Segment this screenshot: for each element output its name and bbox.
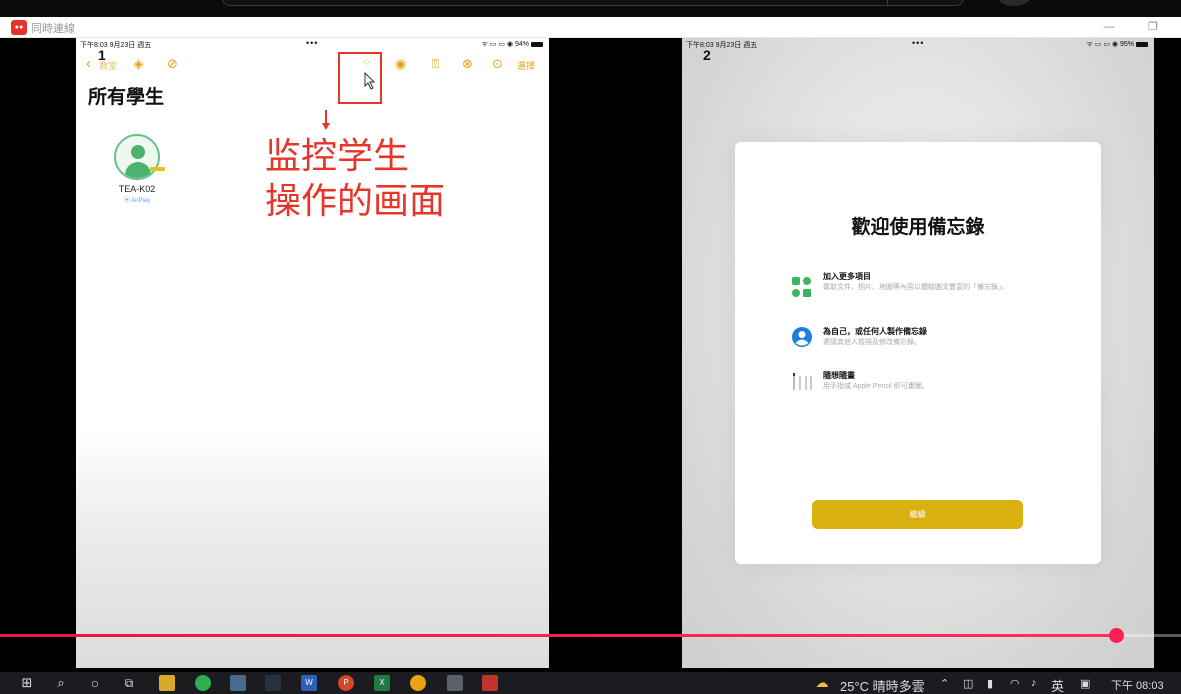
welcome-title: 歡迎使用備忘錄: [851, 217, 985, 238]
feature-2-desc: 邀請其他人檢視及修改備忘錄。: [823, 339, 921, 346]
ime-mode-icon[interactable]: ▣: [1080, 677, 1090, 690]
select-button[interactable]: 選擇: [517, 59, 535, 72]
avatar-head: [131, 145, 145, 159]
chrome-icon[interactable]: [410, 675, 426, 691]
eye-icon[interactable]: ◉: [393, 56, 408, 71]
sync-app-icon[interactable]: [482, 675, 498, 691]
person-circle-icon: [792, 327, 812, 347]
status-dots: •••: [912, 38, 925, 48]
panel-number: 2: [703, 47, 711, 63]
welcome-card: 歡迎使用備忘錄 加入更多項目 載取文件、相片、地圖等內容以體驗圖文豐富的「備忘錄…: [735, 142, 1101, 564]
more-icon[interactable]: ⊙: [490, 56, 505, 71]
screen-capture-icon[interactable]: [265, 675, 281, 691]
student-avatar[interactable]: [114, 134, 160, 180]
minimize-icon[interactable]: —: [1100, 19, 1118, 35]
address-bar-divider: [887, 0, 888, 6]
student-screen-panel: 下午8:03 9月23日 週五 ••• ᯤ ▭ ▭ ◉ 95% 2 歡迎使用備忘…: [682, 38, 1154, 668]
status-bar: 下午8:03 9月23日 週五 ••• ᯤ ▭ ▭ ◉ 95%: [682, 38, 1154, 50]
ime-indicator[interactable]: 英: [1051, 676, 1064, 694]
camera-icon[interactable]: ◫: [963, 677, 973, 690]
network-icon[interactable]: ◠: [1010, 677, 1020, 690]
feature-2-title: 為自己，或任何人製作備忘錄: [823, 327, 927, 336]
mute-icon[interactable]: ⊗: [460, 56, 475, 71]
task-view-icon[interactable]: ⧉: [121, 675, 137, 691]
status-dots: •••: [306, 38, 319, 48]
layers-icon[interactable]: ◈: [131, 56, 146, 71]
feature-1-desc: 載取文件、相片、地圖等內容以體驗圖文豐富的「備忘錄」。: [823, 284, 1009, 291]
word-icon[interactable]: W: [301, 675, 317, 691]
attachment-grid-icon: [792, 277, 811, 297]
annotation-arrow-head: [322, 123, 330, 130]
search-icon[interactable]: ⌕: [53, 675, 69, 691]
clock[interactable]: 下午 08:03: [1111, 677, 1164, 693]
chrome-alt-icon[interactable]: [447, 675, 463, 691]
line-app-icon[interactable]: [195, 675, 211, 691]
back-chevron-icon[interactable]: ‹: [86, 55, 91, 72]
cortana-icon[interactable]: ○: [87, 675, 103, 691]
battery-percent: 95%: [1119, 41, 1134, 48]
microphone-icon[interactable]: ▮: [987, 677, 993, 690]
window-titlebar: ●● 同時連線 — ❐: [0, 17, 1181, 38]
feature-1-title: 加入更多項目: [823, 272, 871, 281]
student-name[interactable]: TEA-K02: [104, 184, 170, 194]
taskbar: ⊞ ⌕ ○ ⧉ W P X ☁ 25°C 晴時多雲 ⌃ ◫ ▮ ◠ ♪ 英 ▣ …: [0, 672, 1181, 694]
status-bar: 下午8:03 9月23日 週五 ••• ᯤ ▭ ▭ ◉ 94%: [76, 38, 549, 50]
address-bar[interactable]: [222, 0, 964, 6]
compass-icon[interactable]: ⊘: [165, 56, 180, 71]
battery-percent: 94%: [514, 41, 529, 48]
windows-start-icon[interactable]: ⊞: [19, 675, 35, 691]
student-airplay: ⦿ AirPlay: [123, 198, 151, 204]
weather-text[interactable]: 25°C 晴時多雲: [840, 676, 925, 694]
page-title: 所有學生: [88, 87, 165, 108]
annotation-text: 监控学生 操作的画面: [265, 134, 445, 224]
status-time-date: 下午8:03 9月23日 週五: [686, 42, 758, 49]
battery-icon: [531, 41, 543, 47]
wifi-icon: ᯤ ▭ ▭ ◉: [481, 41, 515, 48]
status-right: ᯤ ▭ ▭ ◉ 95%: [1086, 40, 1148, 49]
screen: ●● 同時連線 — ❐ 下午8:03 9月23日 週五 ••• ᯤ ▭ ▭ ◉ …: [0, 0, 1181, 694]
lock-icon[interactable]: ⍔: [428, 56, 443, 71]
profile-button[interactable]: [994, 0, 1034, 6]
mouse-cursor-icon: [364, 72, 376, 90]
avatar-status-tag: [150, 167, 165, 171]
excel-icon[interactable]: X: [374, 675, 390, 691]
browser-top-strip: [0, 0, 1181, 17]
video-progress-fill: [0, 634, 1116, 637]
annotation-line-1: 监控学生: [265, 136, 410, 177]
annotation-arrow: [325, 110, 327, 124]
volume-icon[interactable]: ♪: [1031, 677, 1037, 689]
back-button-label[interactable]: 教室: [99, 59, 117, 72]
avatar-body: [125, 162, 151, 178]
feature-3-desc: 用手指或 Apple Pencil 即可畫圖。: [823, 383, 929, 390]
tray-chevron-icon[interactable]: ⌃: [940, 677, 949, 690]
restore-icon[interactable]: ❐: [1144, 19, 1162, 35]
wifi-icon: ᯤ ▭ ▭ ◉: [1086, 41, 1120, 48]
notes-app-icon[interactable]: [230, 675, 246, 691]
video-progress-knob[interactable]: [1109, 628, 1124, 643]
status-time-date: 下午8:03 9月23日 週五: [80, 42, 152, 49]
annotation-line-2: 操作的画面: [265, 181, 446, 222]
battery-icon: [1136, 41, 1148, 47]
file-explorer-icon[interactable]: [159, 675, 175, 691]
student-monitor-panel: 下午8:03 9月23日 週五 ••• ᯤ ▭ ▭ ◉ 94% 1 ‹ 教室 ◈…: [76, 38, 549, 668]
feature-3-title: 隨想隨畫: [823, 371, 855, 380]
app-logo-icon: ●●: [11, 20, 27, 35]
window-title: 同時連線: [31, 23, 75, 35]
continue-button[interactable]: 繼續: [812, 500, 1023, 529]
weather-icon[interactable]: ☁: [814, 675, 830, 691]
status-right: ᯤ ▭ ▭ ◉ 94%: [481, 40, 543, 49]
powerpoint-icon[interactable]: P: [338, 675, 354, 691]
pencil-set-icon: [793, 373, 812, 390]
